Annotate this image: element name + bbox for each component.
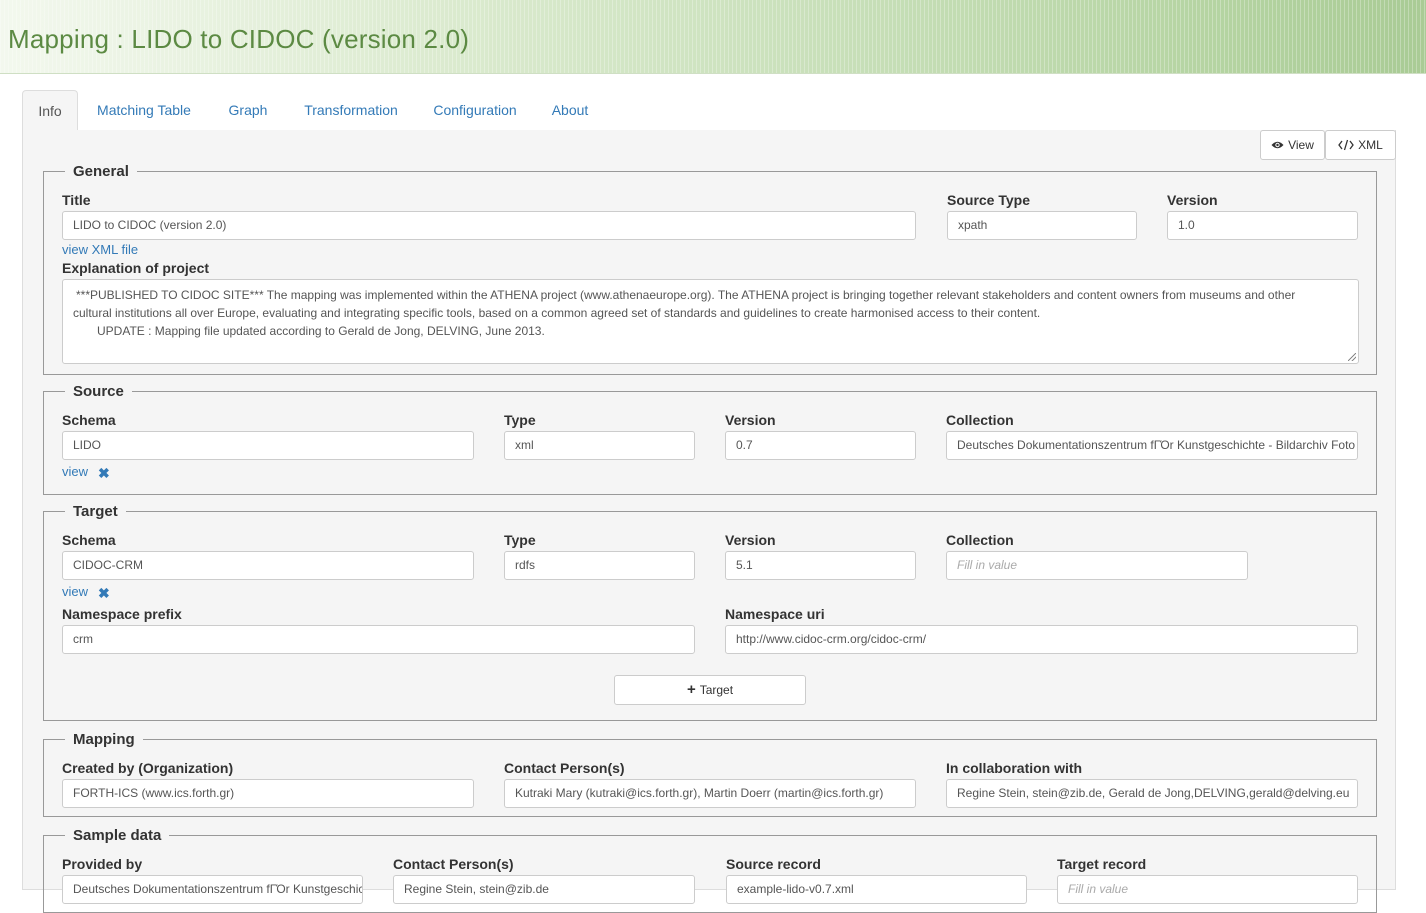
page-title: Mapping : LIDO to CIDOC (version 2.0) bbox=[8, 24, 470, 54]
explanation-textarea[interactable]: ***PUBLISHED TO CIDOC SITE*** The mappin… bbox=[62, 279, 1359, 364]
contact-person-label: Contact Person(s) bbox=[504, 760, 625, 776]
tab-bar: Info Matching Table Graph Transformation… bbox=[22, 90, 1396, 131]
target-schema-label: Schema bbox=[62, 532, 116, 548]
target-collection-field[interactable]: Fill in value bbox=[946, 551, 1248, 580]
source-schema-view-link[interactable]: view bbox=[62, 464, 88, 479]
created-by-label: Created by (Organization) bbox=[62, 760, 234, 776]
eye-icon bbox=[1271, 141, 1284, 149]
mapping-legend: Mapping bbox=[73, 731, 135, 748]
source-type-field[interactable]: xml bbox=[504, 431, 695, 460]
remove-icon[interactable]: ✖ bbox=[98, 585, 110, 602]
created-by-field[interactable]: FORTH-ICS (www.ics.forth.gr) bbox=[62, 779, 474, 808]
target-type-label: Type bbox=[504, 532, 536, 548]
version-field[interactable]: 1.0 bbox=[1167, 211, 1358, 240]
plus-icon: + bbox=[686, 681, 696, 698]
source-type-field[interactable]: xpath bbox=[947, 211, 1137, 240]
tab-configuration[interactable]: Configuration bbox=[426, 90, 524, 131]
add-target-button[interactable]: + Target bbox=[614, 675, 806, 705]
target-type-field[interactable]: rdfs bbox=[504, 551, 695, 580]
source-type-label: Source Type bbox=[947, 192, 1030, 208]
target-record-field[interactable]: Fill in value bbox=[1057, 875, 1358, 904]
source-fieldset: Source Schema LIDO Type xml Version 0.7 … bbox=[43, 383, 1377, 495]
source-record-field[interactable]: example-lido-v0.7.xml bbox=[726, 875, 1027, 904]
target-collection-label: Collection bbox=[946, 532, 1014, 548]
source-collection-label: Collection bbox=[946, 412, 1014, 428]
provided-by-field[interactable]: Deutsches Dokumentationszentrum fΓΌr Kun… bbox=[62, 875, 363, 904]
source-version-field[interactable]: 0.7 bbox=[725, 431, 916, 460]
xml-button[interactable]: XML bbox=[1325, 130, 1396, 160]
app-header: Mapping : LIDO to CIDOC (version 2.0) bbox=[0, 0, 1426, 74]
target-fieldset: Target Schema CIDOC-CRM Type rdfs Versio… bbox=[43, 503, 1377, 721]
sample-data-legend: Sample data bbox=[73, 827, 162, 844]
code-icon bbox=[1338, 139, 1354, 151]
title-label: Title bbox=[62, 192, 91, 208]
resize-grip-icon[interactable] bbox=[1348, 353, 1356, 361]
version-label: Version bbox=[1167, 192, 1218, 208]
sample-contact-label: Contact Person(s) bbox=[393, 856, 514, 872]
mapping-fieldset: Mapping Created by (Organization) FORTH-… bbox=[43, 731, 1377, 817]
info-panel: View XML General Title LIDO to CIDOC (ve… bbox=[22, 130, 1396, 913]
target-version-label: Version bbox=[725, 532, 776, 548]
target-schema-field[interactable]: CIDOC-CRM bbox=[62, 551, 474, 580]
target-legend: Target bbox=[73, 503, 118, 520]
explanation-line-1: ***PUBLISHED TO CIDOC SITE*** The mappin… bbox=[76, 288, 1296, 302]
add-target-label: Target bbox=[699, 683, 734, 697]
sample-data-fieldset: Sample data Provided by Deutsches Dokume… bbox=[43, 827, 1377, 913]
tab-info[interactable]: Info bbox=[22, 90, 78, 131]
namespace-prefix-label: Namespace prefix bbox=[62, 606, 182, 622]
tab-matching-table[interactable]: Matching Table bbox=[88, 90, 200, 131]
target-schema-view-link[interactable]: view bbox=[62, 584, 88, 599]
sample-contact-field[interactable]: Regine Stein, stein@zib.de bbox=[393, 875, 695, 904]
xml-button-label: XML bbox=[1358, 138, 1383, 152]
contact-person-field[interactable]: Kutraki Mary (kutraki@ics.forth.gr), Mar… bbox=[504, 779, 916, 808]
tab-graph[interactable]: Graph bbox=[220, 90, 276, 131]
title-field[interactable]: LIDO to CIDOC (version 2.0) bbox=[62, 211, 916, 240]
target-version-field[interactable]: 5.1 bbox=[725, 551, 916, 580]
source-record-label: Source record bbox=[726, 856, 821, 872]
explanation-label: Explanation of project bbox=[62, 260, 210, 276]
collaboration-field[interactable]: Regine Stein, stein@zib.de, Gerald de Jo… bbox=[946, 779, 1358, 808]
tab-transformation[interactable]: Transformation bbox=[296, 90, 406, 131]
remove-icon[interactable]: ✖ bbox=[98, 465, 110, 482]
view-button-label: View bbox=[1288, 138, 1314, 152]
source-schema-field[interactable]: LIDO bbox=[62, 431, 474, 460]
collaboration-label: In collaboration with bbox=[946, 760, 1083, 776]
source-legend: Source bbox=[73, 383, 124, 400]
provided-by-label: Provided by bbox=[62, 856, 143, 872]
source-schema-label: Schema bbox=[62, 412, 116, 428]
view-button[interactable]: View bbox=[1260, 130, 1325, 160]
namespace-uri-label: Namespace uri bbox=[725, 606, 825, 622]
general-fieldset: General Title LIDO to CIDOC (version 2.0… bbox=[43, 163, 1377, 375]
tab-about[interactable]: About bbox=[544, 90, 596, 131]
view-xml-file-link[interactable]: view XML file bbox=[62, 242, 138, 257]
general-legend: General bbox=[73, 163, 129, 180]
explanation-line-2: cultural institutions all over Europe, e… bbox=[73, 306, 1041, 320]
source-type-label: Type bbox=[504, 412, 536, 428]
source-collection-field[interactable]: Deutsches Dokumentationszentrum fΓΌr Kun… bbox=[946, 431, 1358, 460]
target-record-label: Target record bbox=[1057, 856, 1147, 872]
namespace-prefix-field[interactable]: crm bbox=[62, 625, 695, 654]
namespace-uri-field[interactable]: http://www.cidoc-crm.org/cidoc-crm/ bbox=[725, 625, 1358, 654]
source-version-label: Version bbox=[725, 412, 776, 428]
explanation-line-3: UPDATE : Mapping file updated according … bbox=[97, 324, 545, 338]
